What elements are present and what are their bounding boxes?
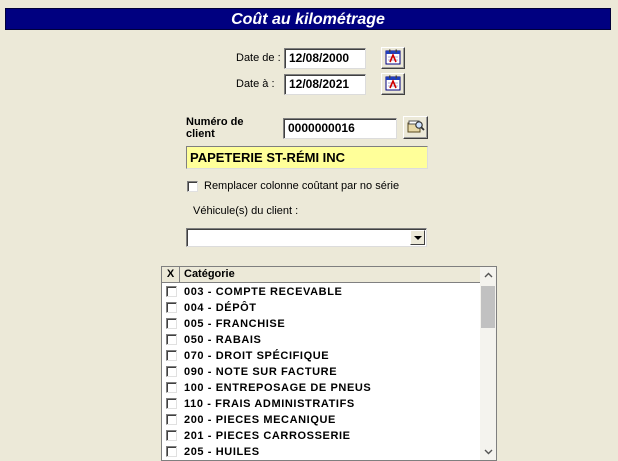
- list-item[interactable]: 003 - COMPTE RECEVABLE: [162, 284, 480, 300]
- client-number-field[interactable]: 0000000016: [283, 118, 397, 139]
- category-label: 050 - RABAIS: [184, 334, 262, 346]
- client-number-label-line1: Numéro de: [186, 116, 244, 128]
- list-item[interactable]: 110 - FRAIS ADMINISTRATIFS: [162, 396, 480, 412]
- category-label: 110 - FRAIS ADMINISTRATIFS: [184, 398, 355, 410]
- category-column-header[interactable]: Catégorie: [184, 267, 235, 282]
- row-checkbox[interactable]: [166, 286, 177, 297]
- calendar-icon: [385, 49, 401, 68]
- row-checkbox[interactable]: [166, 430, 177, 441]
- scroll-down-button[interactable]: [480, 444, 496, 460]
- vehicles-dropdown-button[interactable]: [410, 230, 425, 245]
- list-item[interactable]: 070 - DROIT SPÉCIFIQUE: [162, 348, 480, 364]
- date-from-field[interactable]: 12/08/2000: [284, 48, 366, 69]
- window-title: Coût au kilométrage: [5, 8, 611, 30]
- date-to-field[interactable]: 12/08/2021: [284, 74, 366, 95]
- row-checkbox[interactable]: [166, 302, 177, 313]
- category-label: 205 - HUILES: [184, 446, 260, 458]
- list-item[interactable]: 090 - NOTE SUR FACTURE: [162, 364, 480, 380]
- grid-header: X Catégorie: [162, 267, 480, 283]
- category-label: 100 - ENTREPOSAGE DE PNEUS: [184, 382, 372, 394]
- vertical-scrollbar[interactable]: [480, 267, 496, 460]
- client-name-field: PAPETERIE ST-RÉMI INC: [186, 146, 428, 169]
- select-column-header[interactable]: X: [162, 267, 180, 283]
- date-to-label: Date à :: [236, 78, 275, 90]
- row-checkbox[interactable]: [166, 350, 177, 361]
- list-item[interactable]: 005 - FRANCHISE: [162, 316, 480, 332]
- list-item[interactable]: 201 - PIECES CARROSSERIE: [162, 428, 480, 444]
- category-label: 003 - COMPTE RECEVABLE: [184, 286, 343, 298]
- row-checkbox[interactable]: [166, 414, 177, 425]
- row-checkbox[interactable]: [166, 382, 177, 393]
- replace-cost-column-label: Remplacer colonne coûtant par no série: [204, 180, 400, 192]
- row-checkbox[interactable]: [166, 446, 177, 457]
- list-item[interactable]: 100 - ENTREPOSAGE DE PNEUS: [162, 380, 480, 396]
- scrollbar-thumb[interactable]: [481, 286, 495, 328]
- vehicles-select[interactable]: [186, 228, 427, 247]
- chevron-down-icon: [484, 449, 492, 455]
- categories-grid[interactable]: X Catégorie 003 - COMPTE RECEVABLE 004 -…: [161, 266, 497, 461]
- chevron-down-icon: [413, 235, 422, 240]
- category-label: 090 - NOTE SUR FACTURE: [184, 366, 338, 378]
- list-item[interactable]: 050 - RABAIS: [162, 332, 480, 348]
- list-item[interactable]: 004 - DÉPÔT: [162, 300, 480, 316]
- list-item[interactable]: 200 - PIECES MECANIQUE: [162, 412, 480, 428]
- category-label: 070 - DROIT SPÉCIFIQUE: [184, 350, 330, 362]
- date-from-calendar-button[interactable]: [381, 47, 405, 69]
- category-label: 201 - PIECES CARROSSERIE: [184, 430, 351, 442]
- row-checkbox[interactable]: [166, 366, 177, 377]
- row-checkbox[interactable]: [166, 398, 177, 409]
- calendar-icon: [385, 75, 401, 94]
- vehicles-label: Véhicule(s) du client :: [193, 205, 299, 217]
- list-item[interactable]: 205 - HUILES: [162, 444, 480, 460]
- row-checkbox[interactable]: [166, 334, 177, 345]
- category-label: 005 - FRANCHISE: [184, 318, 286, 330]
- client-number-label-line2: client: [186, 128, 215, 140]
- replace-cost-column-checkbox[interactable]: [187, 181, 198, 192]
- category-label: 004 - DÉPÔT: [184, 302, 257, 314]
- category-label: 200 - PIECES MECANIQUE: [184, 414, 336, 426]
- client-lookup-icon: [407, 118, 425, 137]
- chevron-up-icon: [484, 272, 492, 278]
- category-rows: 003 - COMPTE RECEVABLE 004 - DÉPÔT 005 -…: [162, 284, 480, 460]
- client-lookup-button[interactable]: [403, 116, 428, 139]
- date-to-calendar-button[interactable]: [381, 73, 405, 95]
- date-from-label: Date de :: [236, 52, 281, 64]
- row-checkbox[interactable]: [166, 318, 177, 329]
- scroll-up-button[interactable]: [480, 267, 496, 283]
